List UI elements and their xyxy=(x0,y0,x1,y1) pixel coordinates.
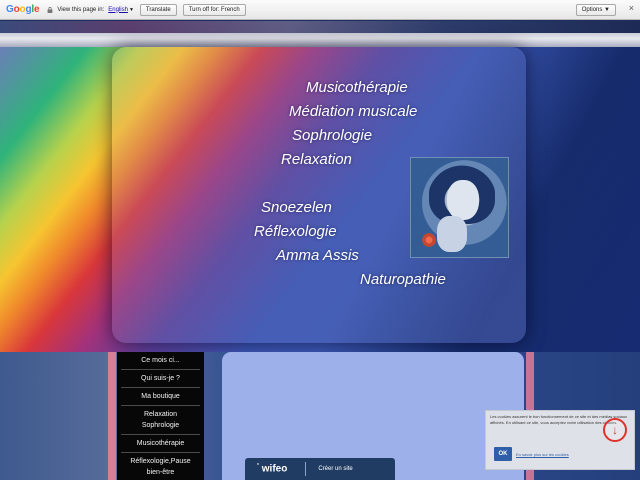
hero-link-reflexologie[interactable]: Réflexologie xyxy=(254,223,337,240)
portrait-flower xyxy=(421,232,437,248)
nav-item-ce-mois-ci[interactable]: Ce mois ci... xyxy=(117,355,204,366)
nav-divider xyxy=(121,369,200,370)
left-accent-bar xyxy=(108,352,116,480)
nav-item-reflexologie[interactable]: Réflexologie,Pause xyxy=(117,456,204,467)
nav-divider xyxy=(121,434,200,435)
create-site-link[interactable]: Créer un site xyxy=(318,466,352,472)
lock-icon xyxy=(47,6,53,13)
nav-divider xyxy=(121,387,200,388)
logo-letter: G xyxy=(6,4,14,15)
hero-link-mediation-musicale[interactable]: Médiation musicale xyxy=(289,103,417,120)
arrow-down-icon[interactable]: ↓ xyxy=(603,418,627,442)
cookie-ok-button[interactable]: OK xyxy=(494,447,512,461)
chevron-down-icon[interactable]: ▼ xyxy=(129,7,134,13)
nav-item-ma-boutique[interactable]: Ma boutique xyxy=(117,391,204,402)
side-navigation: Ce mois ci... Qui suis-je ? Ma boutique … xyxy=(117,352,204,480)
hero-link-naturopathie[interactable]: Naturopathie xyxy=(360,271,446,288)
hero-link-musicotherapie[interactable]: Musicothérapie xyxy=(306,79,408,96)
portrait-hand xyxy=(437,216,467,252)
translate-button[interactable]: Translate xyxy=(139,3,177,16)
portrait-face xyxy=(447,180,479,220)
close-icon[interactable]: × xyxy=(629,3,634,13)
header-strip xyxy=(0,21,640,33)
nav-divider xyxy=(121,452,200,453)
header-band xyxy=(0,33,640,47)
google-logo: Google xyxy=(6,4,40,15)
translate-bar: Google View this page in: English ▼ Tran… xyxy=(0,0,640,20)
portrait-image xyxy=(410,157,509,258)
wifeo-logo-text: wifeo xyxy=(261,463,288,475)
hero-link-snoezelen[interactable]: Snoezelen xyxy=(261,199,332,216)
nav-item-sophrologie[interactable]: Sophrologie xyxy=(117,420,204,431)
nav-item-bien-etre[interactable]: bien-être xyxy=(117,467,204,478)
turn-off-button[interactable]: Turn off for: French xyxy=(182,3,246,16)
wifeo-divider xyxy=(305,462,307,476)
language-select[interactable]: English xyxy=(108,7,128,13)
wifeo-footer-bar: ° wifeo Créer un site xyxy=(245,458,395,480)
hero-link-relaxation[interactable]: Relaxation xyxy=(281,151,352,168)
nav-item-musicotherapie[interactable]: Musicothérapie xyxy=(117,438,204,449)
hero-link-sophrologie[interactable]: Sophrologie xyxy=(292,127,372,144)
wifeo-logo[interactable]: ° wifeo xyxy=(257,463,287,474)
nav-divider xyxy=(121,405,200,406)
logo-letter: e xyxy=(33,4,40,15)
view-page-label: View this page in: xyxy=(57,6,105,13)
hero-link-amma-assis[interactable]: Amma Assis xyxy=(276,247,359,264)
nav-item-qui-suis-je[interactable]: Qui suis-je ? xyxy=(117,373,204,384)
cookie-more-link[interactable]: En savoir plus sur les cookies xyxy=(516,452,569,458)
nav-item-relaxation[interactable]: Relaxation xyxy=(117,409,204,420)
options-button[interactable]: Options ▼ xyxy=(575,4,616,16)
